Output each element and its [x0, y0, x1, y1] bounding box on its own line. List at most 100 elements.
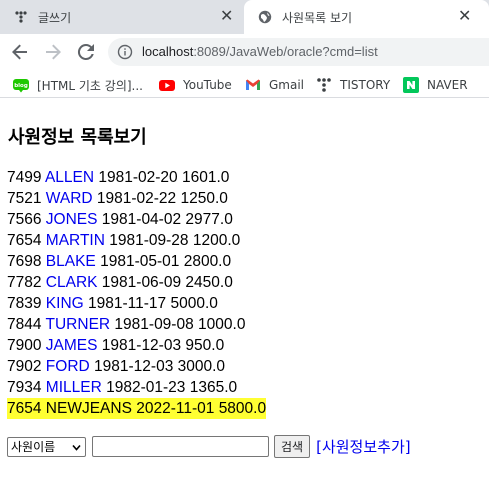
list-item: 7839 KING 1981-11-17 5000.0	[7, 293, 266, 314]
list-item: 7902 FORD 1981-12-03 3000.0	[7, 356, 266, 377]
globe-icon	[258, 10, 272, 24]
hire-date: 1981-09-08	[114, 316, 194, 333]
back-button[interactable]	[8, 40, 32, 64]
info-icon[interactable]	[117, 44, 133, 60]
url-host: localhost	[142, 44, 194, 59]
employee-number: 7499	[7, 169, 42, 186]
employee-number: 7782	[7, 274, 42, 291]
list-item: 7654 MARTIN 1981-09-28 1200.0	[7, 230, 266, 251]
select-value: 사원이름	[11, 440, 56, 454]
employee-number: 7900	[7, 337, 42, 354]
back-arrow-icon	[12, 44, 27, 60]
salary: 1250.0	[180, 190, 228, 207]
list-item: 7698 BLAKE 1981-05-01 2800.0	[7, 251, 266, 272]
list-item: 7566 JONES 1981-04-02 2977.0	[7, 209, 266, 230]
list-item: 7499 ALLEN 1981-02-20 1601.0	[7, 167, 266, 188]
salary: 5000.0	[170, 295, 218, 312]
forward-arrow-icon	[46, 44, 61, 60]
gmail-icon	[246, 79, 260, 90]
tab-employee-list[interactable]: 사원목록 보기 ✕	[244, 0, 489, 34]
employee-number: 7654	[7, 400, 42, 417]
employee-name-link[interactable]: WARD	[46, 190, 93, 207]
tistory-dots-icon	[15, 11, 27, 23]
salary: 2450.0	[185, 274, 233, 291]
hire-date: 1982-01-23	[106, 379, 186, 396]
employee-name-link[interactable]: TURNER	[46, 316, 111, 333]
bookmarks-bar: blog [HTML 기초 강의]... YouTube Gmail TISTO…	[0, 70, 489, 98]
employee-name-link[interactable]: MARTIN	[46, 232, 105, 249]
salary: 950.0	[185, 337, 225, 354]
employee-name-link[interactable]: KING	[46, 295, 84, 312]
hire-date: 1981-02-22	[96, 190, 177, 207]
bookmark-gmail[interactable]: Gmail	[245, 76, 304, 94]
reload-button[interactable]	[74, 40, 98, 64]
employee-name-link[interactable]: CLARK	[46, 274, 98, 291]
salary: 2977.0	[185, 211, 233, 228]
close-tab-icon[interactable]: ✕	[458, 8, 471, 24]
hire-date: 1981-11-17	[88, 295, 167, 312]
search-field-select[interactable]: 사원이름	[7, 436, 86, 457]
list-item: 7521 WARD 1981-02-22 1250.0	[7, 188, 266, 209]
search-input[interactable]	[92, 436, 269, 457]
tistory-icon	[317, 78, 331, 92]
svg-text:blog: blog	[14, 83, 28, 89]
tab-write[interactable]: 글쓰기 ✕	[0, 0, 240, 34]
hire-date: 1981-05-01	[100, 253, 180, 270]
close-tab-icon[interactable]: ✕	[220, 8, 233, 24]
bookmark-naver[interactable]: NAVER	[403, 76, 468, 94]
address-bar[interactable]: localhost:8089/JavaWeb/oracle?cmd=list	[108, 38, 489, 66]
reload-icon	[77, 43, 94, 60]
bookmark-label: [HTML 기초 강의]...	[37, 78, 143, 93]
salary: 2800.0	[183, 253, 232, 270]
hire-date: 1981-12-03	[94, 358, 174, 375]
employee-name-link[interactable]: FORD	[46, 358, 90, 375]
add-employee-link[interactable]: [사원정보추가]	[316, 436, 411, 457]
chevron-down-icon	[72, 444, 81, 451]
employee-name-link[interactable]: NEWJEANS	[46, 400, 132, 417]
employee-number: 7839	[7, 295, 42, 312]
url-path: :8089/JavaWeb/oracle?cmd=list	[193, 44, 378, 59]
employee-number: 7566	[7, 211, 42, 228]
search-button[interactable]: 검색	[274, 435, 311, 458]
employee-name-link[interactable]: MILLER	[46, 379, 102, 396]
employee-list: 7499 ALLEN 1981-02-20 1601.0 7521 WARD 19…	[7, 167, 267, 419]
salary: 1601.0	[181, 169, 230, 186]
list-item: 7782 CLARK 1981-06-09 2450.0	[7, 272, 266, 293]
hire-date: 1981-02-20	[98, 169, 178, 186]
tab-strip: 글쓰기 ✕ 사원목록 보기 ✕	[0, 0, 489, 34]
salary: 1000.0	[198, 316, 246, 333]
bookmark-html-lecture[interactable]: blog [HTML 기초 강의]...	[13, 76, 143, 94]
list-item: 7900 JAMES 1981-12-03 950.0	[7, 335, 266, 356]
employee-number: 7902	[7, 358, 42, 375]
salary: 3000.0	[177, 358, 226, 375]
blog-icon: blog	[13, 79, 29, 93]
employee-number: 7654	[7, 232, 42, 249]
bookmark-tistory[interactable]: TISTORY	[316, 76, 390, 94]
employee-number: 7844	[7, 316, 42, 333]
salary: 5800.0	[218, 400, 267, 417]
salary: 1200.0	[192, 232, 241, 249]
bookmark-label: TISTORY	[340, 78, 391, 92]
naver-icon	[403, 77, 419, 93]
forward-button[interactable]	[41, 40, 65, 64]
employee-name-link[interactable]: JONES	[46, 211, 98, 228]
toolbar: localhost:8089/JavaWeb/oracle?cmd=list	[0, 34, 489, 70]
list-item: 7934 MILLER 1982-01-23 1365.0	[7, 377, 266, 398]
list-item: 7844 TURNER 1981-09-08 1000.0	[7, 314, 266, 335]
employee-name-link[interactable]: ALLEN	[45, 169, 94, 186]
bookmark-label: NAVER	[427, 78, 468, 92]
bookmark-youtube[interactable]: YouTube	[159, 76, 232, 94]
hire-date: 1981-12-03	[101, 337, 182, 354]
tab-title: 사원목록 보기	[282, 11, 353, 25]
tab-title: 글쓰기	[38, 11, 72, 25]
url-text: localhost:8089/JavaWeb/oracle?cmd=list	[142, 44, 378, 59]
bookmark-label: YouTube	[183, 78, 232, 92]
employee-number: 7698	[7, 253, 42, 270]
bookmark-label: Gmail	[269, 78, 305, 92]
hire-date: 2022-11-01	[136, 400, 215, 417]
hire-date: 1981-04-02	[101, 211, 182, 228]
hire-date: 1981-09-28	[109, 232, 189, 249]
employee-name-link[interactable]: JAMES	[46, 337, 98, 354]
employee-name-link[interactable]: BLAKE	[46, 253, 96, 270]
list-item: 7654 NEWJEANS 2022-11-01 5800.0	[7, 398, 267, 419]
